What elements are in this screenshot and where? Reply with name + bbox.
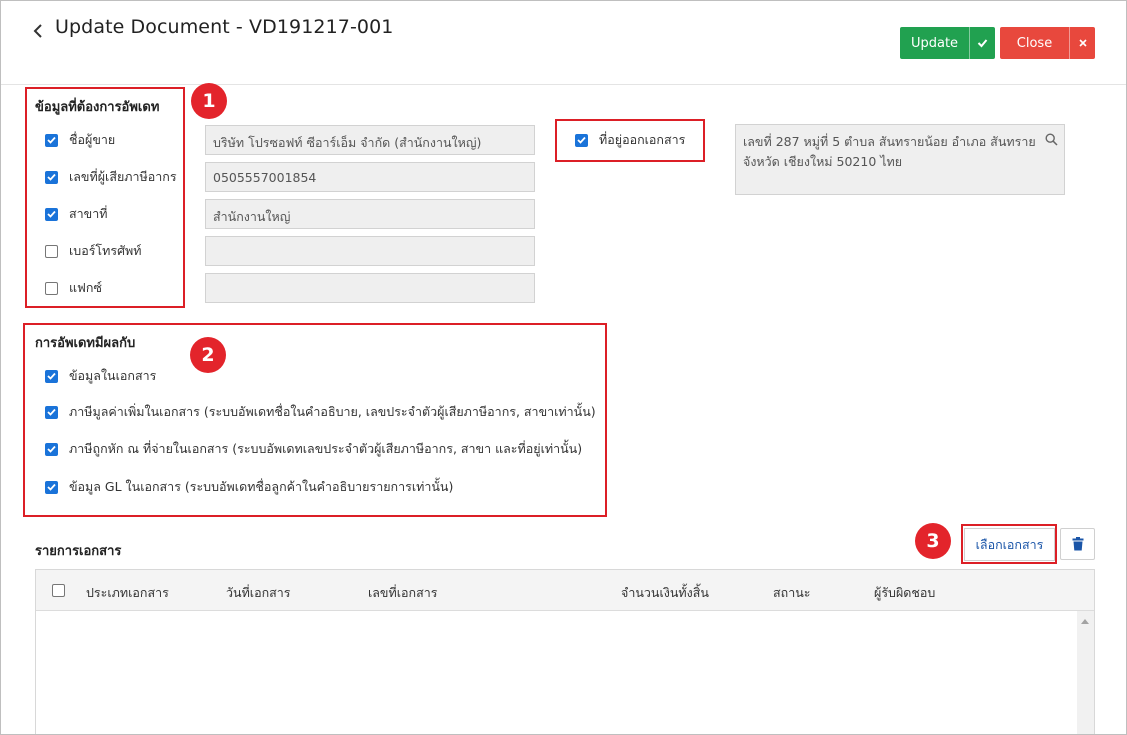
table-scrollbar[interactable]	[1077, 611, 1094, 734]
checkbox-vat[interactable]	[45, 405, 58, 419]
check-icon[interactable]	[969, 27, 995, 59]
checkbox-branch[interactable]	[45, 207, 58, 221]
vendor-name-label: ชื่อผู้ขาย	[69, 132, 116, 147]
section-update-fields-title: ข้อมูลที่ต้องการอัพเดท	[35, 100, 160, 115]
header-divider	[1, 84, 1126, 85]
checkbox-tax-id[interactable]	[45, 170, 58, 184]
checkbox-document-data[interactable]	[45, 369, 58, 383]
field-row-address[interactable]: ที่อยู่ออกเอกสาร	[575, 130, 685, 150]
tax-id-field[interactable]: 0505557001854	[205, 162, 535, 192]
checkbox-phone[interactable]	[45, 244, 58, 258]
tax-id-label: เลขที่ผู้เสียภาษีอากร	[69, 169, 177, 184]
document-list-title: รายการเอกสาร	[35, 544, 122, 559]
fax-field[interactable]	[205, 273, 535, 303]
chevron-left-icon[interactable]	[31, 21, 47, 41]
field-row-tax-id[interactable]: เลขที่ผู้เสียภาษีอากร	[45, 167, 177, 187]
checkbox-withholding-tax[interactable]	[45, 442, 58, 456]
phone-field[interactable]	[205, 236, 535, 266]
field-row-fax[interactable]: แฟกซ์	[45, 278, 102, 298]
branch-label: สาขาที่	[69, 206, 108, 221]
update-button[interactable]: Update	[900, 27, 995, 59]
update-button-label: Update	[910, 35, 959, 51]
annotation-badge-1: 1	[191, 83, 227, 119]
checkbox-fax[interactable]	[45, 281, 58, 295]
vat-label: ภาษีมูลค่าเพิ่มในเอกสาร (ระบบอัพเดทชื่อใ…	[69, 404, 596, 419]
scroll-up-icon[interactable]	[1081, 619, 1089, 624]
checkbox-vendor-name[interactable]	[45, 133, 58, 147]
annotation-badge-3: 3	[915, 523, 951, 559]
close-button[interactable]: Close	[1000, 27, 1095, 59]
delete-button[interactable]	[1060, 528, 1095, 560]
close-button-label: Close	[1016, 35, 1053, 51]
field-row-branch[interactable]: สาขาที่	[45, 204, 107, 224]
document-data-label: ข้อมูลในเอกสาร	[69, 368, 157, 383]
update-document-dialog: Update Document - VD191217-001 Update Cl…	[0, 0, 1127, 735]
page-title: Update Document - VD191217-001	[55, 16, 394, 38]
trash-icon	[1072, 537, 1083, 551]
select-documents-button[interactable]: เลือกเอกสาร	[964, 528, 1055, 561]
affect-row-vat[interactable]: ภาษีมูลค่าเพิ่มในเอกสาร (ระบบอัพเดทชื่อใ…	[45, 402, 596, 422]
table-header: ประเภทเอกสาร วันที่เอกสาร เลขที่เอกสาร จ…	[36, 570, 1094, 611]
affect-row-withholding-tax[interactable]: ภาษีถูกหัก ณ ที่จ่ายในเอกสาร (ระบบอัพเดท…	[45, 439, 582, 459]
checkbox-address[interactable]	[575, 133, 588, 147]
document-table: ประเภทเอกสาร วันที่เอกสาร เลขที่เอกสาร จ…	[35, 569, 1095, 734]
field-row-vendor-name[interactable]: ชื่อผู้ขาย	[45, 130, 115, 150]
column-header-doc-number[interactable]: เลขที่เอกสาร	[368, 583, 437, 603]
annotation-box-1	[25, 87, 185, 308]
address-field[interactable]: เลขที่ 287 หมู่ที่ 5 ตำบล สันทรายน้อย อำ…	[735, 124, 1065, 195]
withholding-tax-label: ภาษีถูกหัก ณ ที่จ่ายในเอกสาร (ระบบอัพเดท…	[69, 441, 583, 456]
checkbox-gl[interactable]	[45, 480, 58, 494]
address-label: ที่อยู่ออกเอกสาร	[599, 132, 686, 147]
field-row-phone[interactable]: เบอร์โทรศัพท์	[45, 241, 142, 261]
x-icon[interactable]	[1069, 27, 1095, 59]
column-header-doc-type[interactable]: ประเภทเอกสาร	[86, 583, 169, 603]
section-affects-title: การอัพเดทมีผลกับ	[35, 336, 136, 351]
annotation-badge-2: 2	[190, 337, 226, 373]
select-all-checkbox[interactable]	[52, 584, 65, 597]
column-header-doc-date[interactable]: วันที่เอกสาร	[226, 583, 291, 603]
gl-label: ข้อมูล GL ในเอกสาร (ระบบอัพเดทชื่อลูกค้า…	[69, 479, 454, 494]
phone-label: เบอร์โทรศัพท์	[69, 243, 142, 258]
column-header-responsible[interactable]: ผู้รับผิดชอบ	[874, 583, 935, 603]
address-value: เลขที่ 287 หมู่ที่ 5 ตำบล สันทรายน้อย อำ…	[743, 134, 1036, 169]
branch-field[interactable]: สำนักงานใหญ่	[205, 199, 535, 229]
affect-row-gl[interactable]: ข้อมูล GL ในเอกสาร (ระบบอัพเดทชื่อลูกค้า…	[45, 477, 453, 497]
search-icon[interactable]	[1045, 133, 1058, 146]
affect-row-document-data[interactable]: ข้อมูลในเอกสาร	[45, 366, 156, 386]
fax-label: แฟกซ์	[69, 280, 102, 295]
column-header-total-amount[interactable]: จำนวนเงินทั้งสิ้น	[621, 583, 709, 603]
vendor-name-field[interactable]: บริษัท โปรซอฟท์ ซีอาร์เอ็ม จำกัด (สำนักง…	[205, 125, 535, 155]
column-header-status[interactable]: สถานะ	[773, 583, 810, 603]
